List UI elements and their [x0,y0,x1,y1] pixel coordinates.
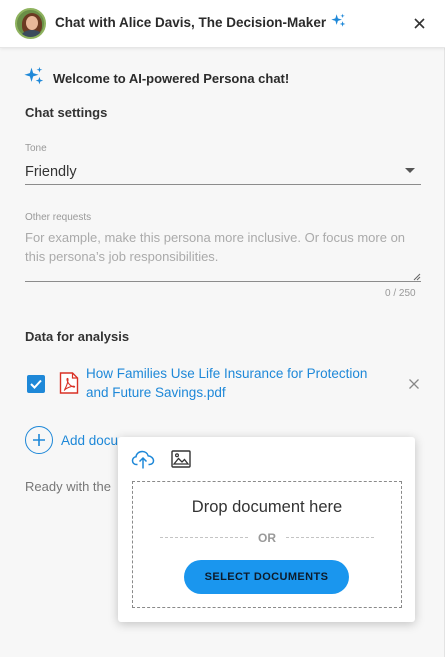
status-text: Ready with the [25,479,111,494]
plus-icon [25,426,53,454]
resize-grip-icon[interactable] [411,271,421,281]
panel-header: Chat with Alice Davis, The Decision-Make… [0,0,445,48]
caret-down-icon [405,168,415,173]
sparkle-icon [24,66,44,91]
welcome-text: Welcome to AI-powered Persona chat! [53,71,290,86]
cloud-upload-icon[interactable] [131,448,155,470]
image-icon[interactable] [170,449,194,471]
add-document-button[interactable]: Add docu [25,426,118,454]
avatar [15,8,46,39]
select-documents-button[interactable]: SELECT DOCUMENTS [184,560,349,594]
sparkle-icon [331,13,346,31]
upload-popup: Drop document here OR SELECT DOCUMENTS [118,437,415,622]
document-checkbox[interactable] [27,375,45,393]
drop-zone[interactable]: Drop document here OR SELECT DOCUMENTS [132,481,402,608]
panel-title-text: Chat with Alice Davis, The Decision-Make… [55,14,327,30]
other-requests-label: Other requests [25,212,92,223]
panel-title: Chat with Alice Davis, The Decision-Make… [55,13,346,31]
document-link[interactable]: How Families Use Life Insurance for Prot… [86,364,386,402]
or-text: OR [258,531,276,545]
tone-label: Tone [25,143,47,154]
other-requests-input[interactable] [25,228,421,282]
chat-settings-title: Chat settings [25,105,108,120]
close-icon[interactable] [408,12,430,34]
welcome-banner: Welcome to AI-powered Persona chat! [24,66,289,91]
or-divider: OR [160,531,374,545]
tone-value: Friendly [25,164,77,180]
tone-select[interactable]: Friendly [25,160,421,185]
check-icon [30,379,42,389]
pdf-file-icon [59,372,79,394]
character-counter: 0 / 250 [385,288,416,299]
remove-document-icon[interactable] [406,376,422,392]
drop-zone-title: Drop document here [191,498,343,516]
add-document-label: Add docu [61,432,119,448]
data-analysis-title: Data for analysis [25,329,130,344]
